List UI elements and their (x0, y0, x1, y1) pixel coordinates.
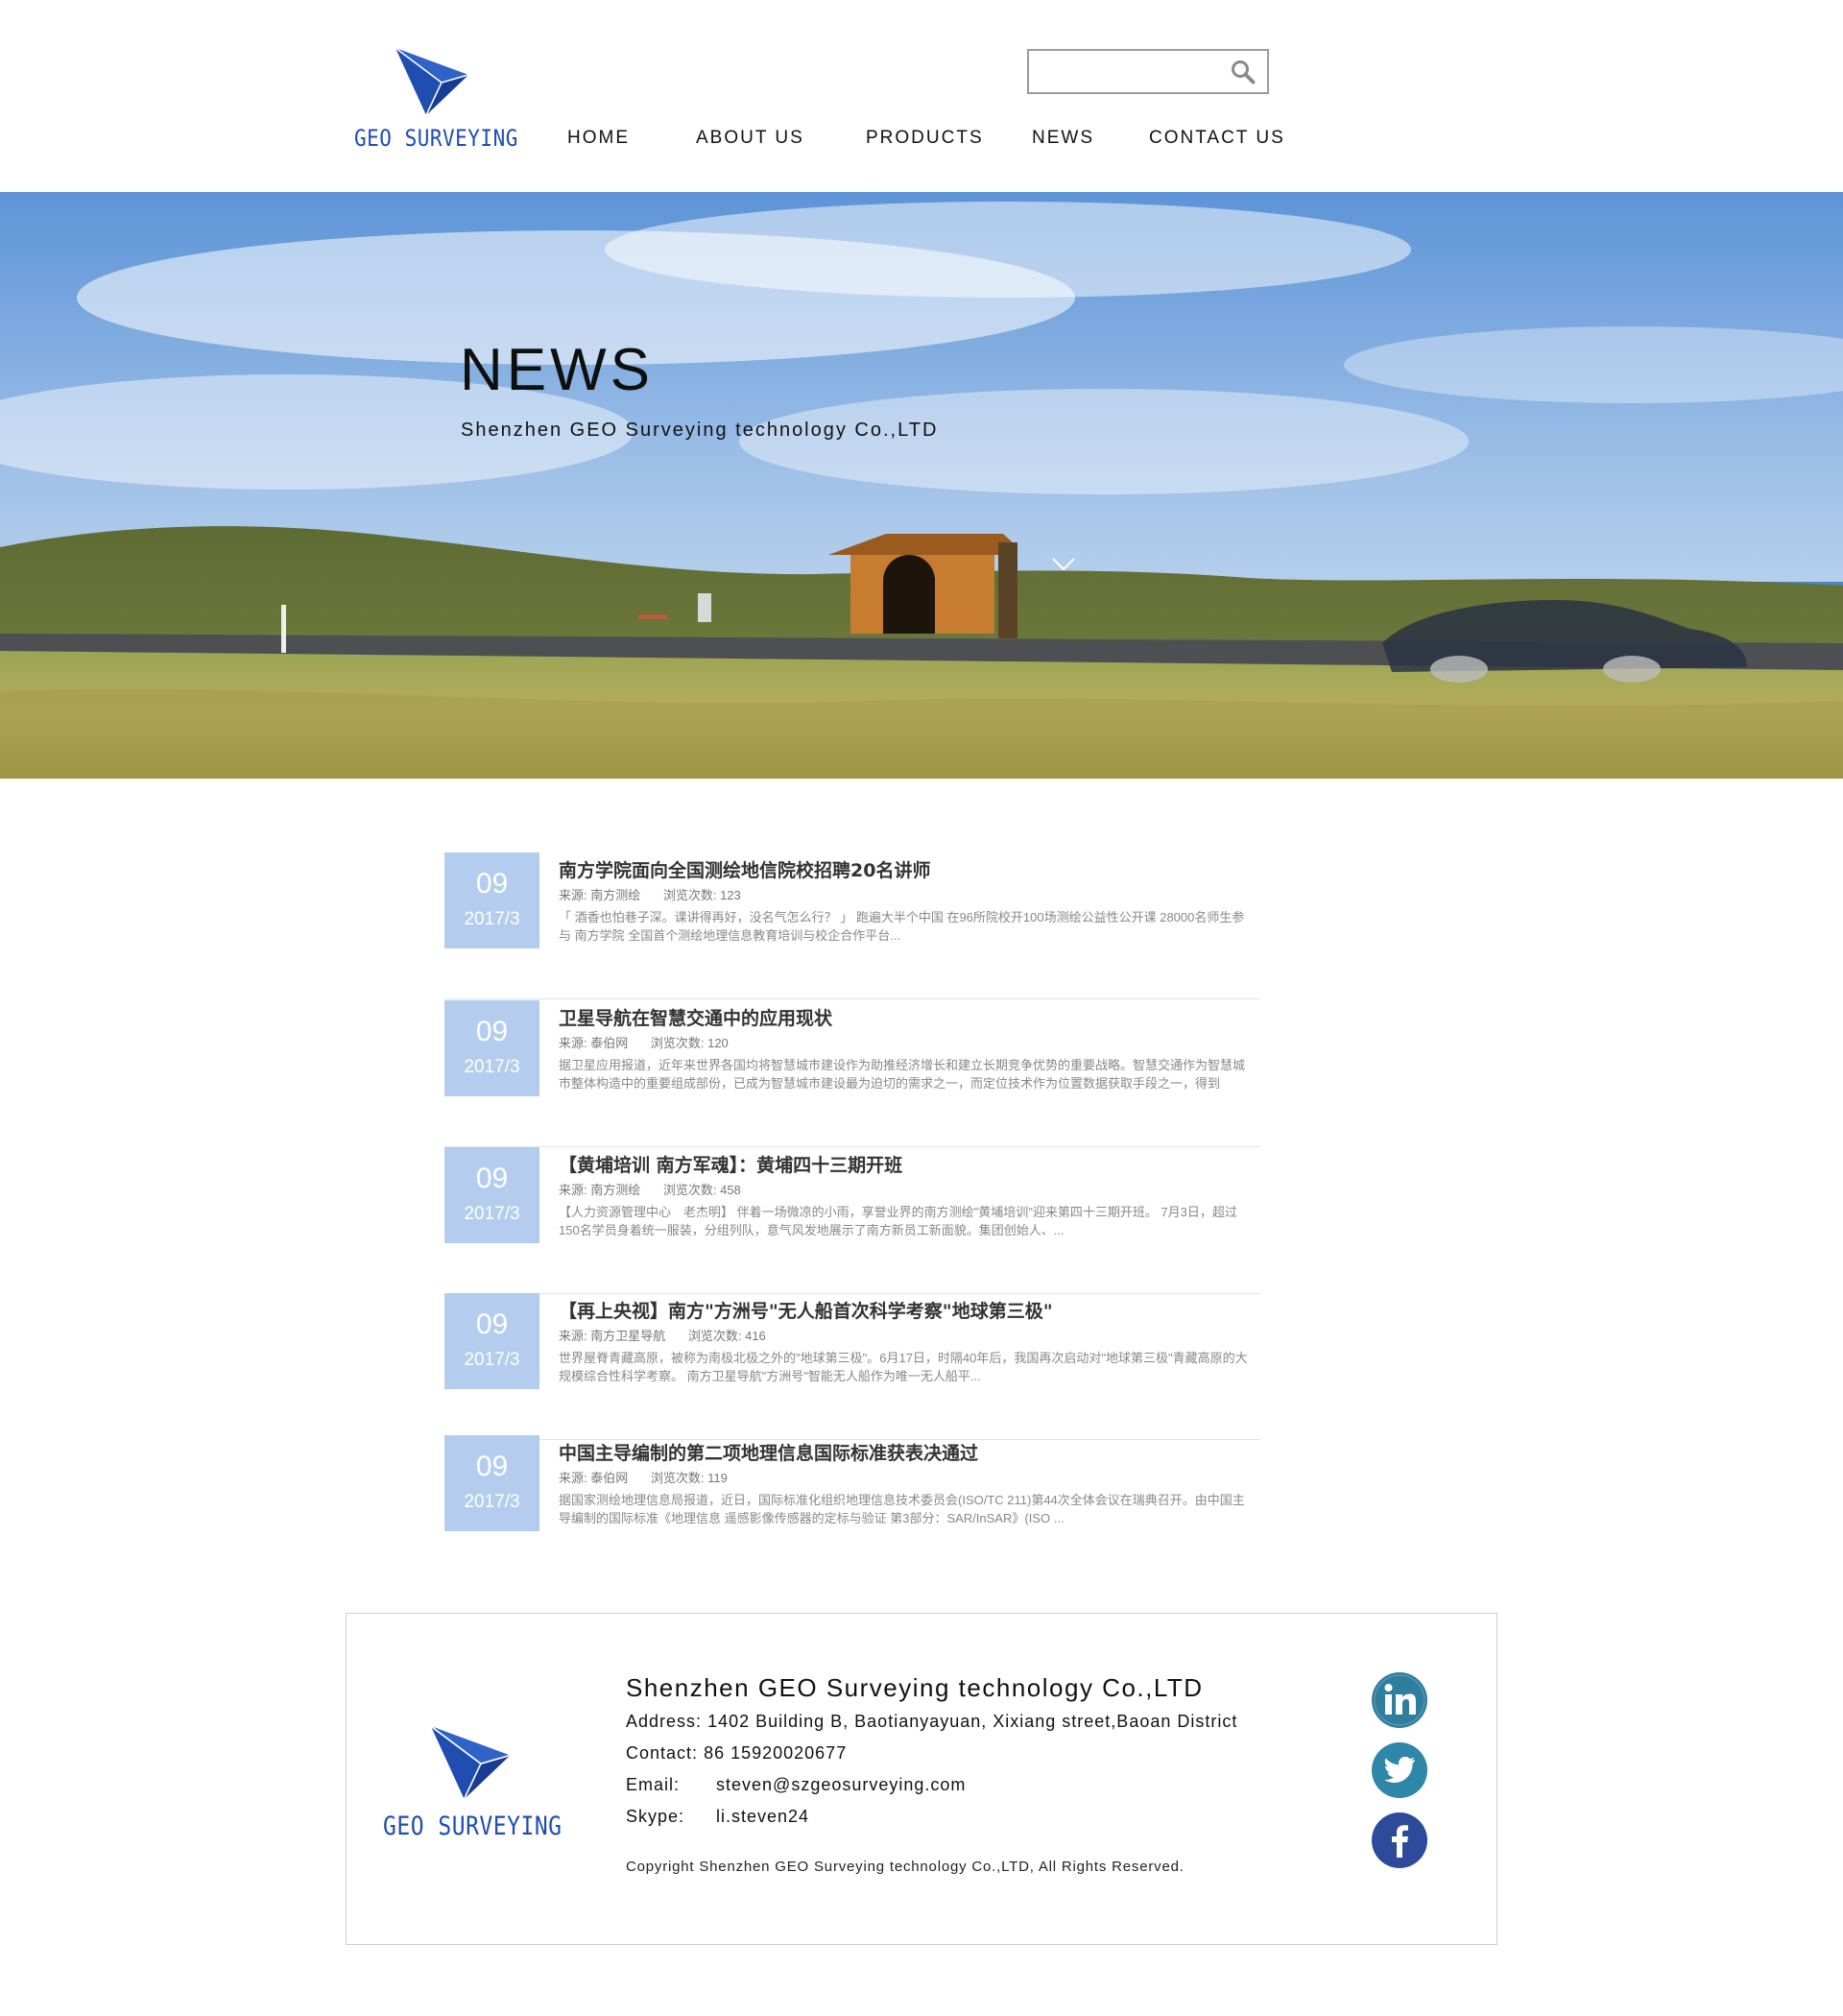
news-item[interactable]: 09 2017/3 南方学院面向全国测绘地信院校招聘20名讲师 来源: 南方测绘… (444, 852, 1260, 999)
date-year-month: 2017/3 (464, 1492, 520, 1512)
contact-value: 86 15920020677 (704, 1743, 848, 1763)
news-excerpt: 世界屋脊青藏高原，被称为南极北极之外的"地球第三极"。6月17日，时隔40年后，… (559, 1351, 1248, 1383)
date-day: 09 (475, 868, 509, 900)
news-excerpt: 据国家测绘地理信息局报道，近日，国际标准化组织地理信息技术委员会(ISO/TC … (559, 1493, 1245, 1525)
search-box[interactable] (1027, 49, 1269, 94)
news-meta: 来源: 泰伯网 浏览次数: 120 (559, 1033, 729, 1051)
footer-logo-text: GEO SURVEYING (383, 1812, 562, 1841)
contact-label: Contact: (626, 1743, 699, 1763)
date-badge[interactable]: 09 2017/3 (444, 1293, 539, 1389)
date-year-month: 2017/3 (464, 1204, 520, 1224)
news-views: 浏览次数: 416 (687, 1329, 766, 1343)
news-meta: 来源: 南方测绘 浏览次数: 123 (559, 885, 741, 903)
email-label: Email: (626, 1775, 681, 1794)
nav-item-products[interactable]: PRODUCTS (866, 128, 984, 149)
news-item[interactable]: 09 2017/3 卫星导航在智慧交通中的应用现状 来源: 泰伯网 浏览次数: … (444, 1000, 1260, 1147)
nav-item-about-us[interactable]: ABOUT US (696, 128, 804, 149)
news-excerpt: 【人力资源管理中心 老杰明】 伴着一场微凉的小雨，享誉业界的南方测绘"黄埔培训"… (559, 1205, 1237, 1237)
footer-company-name: Shenzhen GEO Surveying technology Co.,LT… (626, 1673, 1204, 1702)
date-year-month: 2017/3 (464, 1057, 520, 1077)
email-value[interactable]: steven@szgeosurveying.com (716, 1775, 966, 1794)
triangle-logo-icon (395, 47, 468, 115)
news-item[interactable]: 09 2017/3 中国主导编制的第二项地理信息国际标准获表决通过 来源: 泰伯… (444, 1435, 1260, 1582)
news-views: 浏览次数: 120 (650, 1036, 729, 1050)
facebook-icon[interactable] (1371, 1812, 1428, 1869)
skype-value: li.steven24 (716, 1807, 810, 1826)
date-day: 09 (475, 1451, 509, 1482)
date-badge[interactable]: 09 2017/3 (444, 1000, 539, 1096)
address-label: Address: (626, 1712, 703, 1731)
news-views: 浏览次数: 123 (662, 888, 741, 902)
date-badge[interactable]: 09 2017/3 (444, 1435, 539, 1531)
hero-banner: NEWS Shenzhen GEO Surveying technology C… (0, 192, 1843, 779)
date-day: 09 (475, 1163, 509, 1194)
news-meta: 来源: 泰伯网 浏览次数: 119 (559, 1468, 728, 1486)
news-source: 来源: 南方测绘 (559, 888, 641, 902)
date-year-month: 2017/3 (464, 1350, 520, 1370)
chevron-down-icon[interactable] (1051, 557, 1076, 572)
nav-item-home[interactable]: HOME (567, 128, 630, 149)
triangle-logo-icon (430, 1725, 511, 1799)
date-badge[interactable]: 09 2017/3 (444, 852, 539, 948)
news-title[interactable]: 南方学院面向全国测绘地信院校招聘20名讲师 (559, 856, 930, 882)
search-icon[interactable] (1231, 60, 1256, 84)
main-nav: HOME ABOUT US PRODUCTS NEWS CONTACT US (0, 128, 1843, 155)
news-title[interactable]: 【再上央视】南方"方洲号"无人船首次科学考察"地球第三极" (559, 1297, 1053, 1323)
date-year-month: 2017/3 (464, 909, 520, 929)
nav-item-contact-us[interactable]: CONTACT US (1149, 128, 1285, 149)
news-excerpt: 据卫星应用报道，近年来世界各国均将智慧城市建设作为助推经济增长和建立长期竞争优势… (559, 1058, 1246, 1091)
landscape-image (0, 192, 1843, 779)
hero-title: NEWS (460, 337, 654, 403)
news-title[interactable]: 【黄埔培训 南方军魂】：黄埔四十三期开班 (559, 1151, 902, 1177)
footer-email: Email: steven@szgeosurveying.com (626, 1775, 966, 1795)
copyright: Copyright Shenzhen GEO Surveying technol… (626, 1859, 1185, 1875)
news-item[interactable]: 09 2017/3 【黄埔培训 南方军魂】：黄埔四十三期开班 来源: 南方测绘 … (444, 1147, 1260, 1294)
twitter-icon[interactable] (1371, 1741, 1428, 1799)
footer-contact: Contact: 86 15920020677 (626, 1743, 847, 1764)
address-value: 1402 Building B, Baotianyayuan, Xixiang … (707, 1712, 1238, 1731)
skype-label: Skype: (626, 1807, 685, 1826)
news-views: 浏览次数: 119 (650, 1471, 728, 1485)
footer-logo[interactable]: GEO SURVEYING (383, 1724, 562, 1849)
search-input[interactable] (1037, 59, 1209, 85)
news-title[interactable]: 卫星导航在智慧交通中的应用现状 (559, 1004, 832, 1030)
linkedin-icon[interactable] (1371, 1671, 1428, 1729)
news-excerpt: 「 酒香也怕巷子深。课讲得再好，没名气怎么行？ 」 跑遍大半个中国 在96所院校… (559, 910, 1245, 943)
date-day: 09 (475, 1016, 509, 1047)
site-header: GEO SURVEYING HOME ABOUT US PRODUCTS NEW… (0, 0, 1843, 192)
news-meta: 来源: 南方测绘 浏览次数: 458 (559, 1180, 741, 1198)
news-title[interactable]: 中国主导编制的第二项地理信息国际标准获表决通过 (559, 1439, 978, 1465)
site-footer: GEO SURVEYING Shenzhen GEO Surveying tec… (346, 1613, 1497, 1945)
nav-item-news[interactable]: NEWS (1032, 128, 1094, 149)
news-views: 浏览次数: 458 (662, 1183, 741, 1197)
hero-subtitle: Shenzhen GEO Surveying technology Co.,LT… (461, 420, 939, 441)
date-badge[interactable]: 09 2017/3 (444, 1147, 539, 1243)
news-source: 来源: 泰伯网 (559, 1036, 629, 1050)
footer-skype: Skype: li.steven24 (626, 1807, 809, 1827)
news-meta: 来源: 南方卫星导航 浏览次数: 416 (559, 1326, 766, 1344)
news-source: 来源: 南方测绘 (559, 1183, 641, 1197)
date-day: 09 (475, 1308, 509, 1340)
news-source: 来源: 泰伯网 (559, 1471, 629, 1485)
news-source: 来源: 南方卫星导航 (559, 1329, 666, 1343)
footer-address: Address: 1402 Building B, Baotianyayuan,… (626, 1712, 1237, 1732)
news-item[interactable]: 09 2017/3 【再上央视】南方"方洲号"无人船首次科学考察"地球第三极" … (444, 1293, 1260, 1440)
